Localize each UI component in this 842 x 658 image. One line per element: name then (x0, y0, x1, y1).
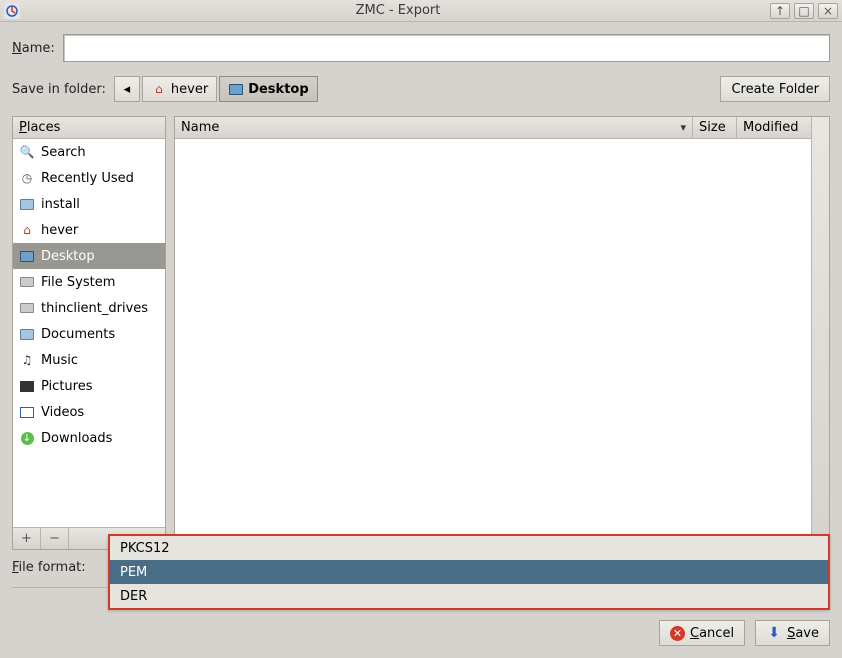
sidebar-item-thinclient[interactable]: thinclient_drives (13, 295, 165, 321)
path-bar: ◂ ⌂ hever Desktop (114, 76, 318, 102)
file-format-dropdown: PKCS12PEMDER (108, 534, 830, 610)
file-format-option-der[interactable]: DER (110, 584, 828, 608)
sidebar-item-install[interactable]: install (13, 191, 165, 217)
sidebar-item-music[interactable]: ♫ Music (13, 347, 165, 373)
save-button[interactable]: ⬇ Save (755, 620, 830, 646)
file-list-body[interactable] (175, 139, 829, 549)
sidebar-item-recent[interactable]: ◷ Recently Used (13, 165, 165, 191)
places-panel: Places 🔍 Search ◷ Recently Used install ⌂ heve… (12, 116, 166, 550)
path-segment-current[interactable]: Desktop (219, 76, 317, 102)
sidebar-item-home[interactable]: ⌂ hever (13, 217, 165, 243)
clock-icon: ◷ (19, 170, 35, 186)
cancel-icon: ✕ (670, 626, 685, 641)
sidebar-item-label: hever (41, 223, 78, 238)
drive-icon (19, 274, 35, 290)
create-folder-button[interactable]: Create Folder (720, 76, 830, 102)
sidebar-item-pictures[interactable]: Pictures (13, 373, 165, 399)
video-icon (19, 404, 35, 420)
sidebar-item-desktop[interactable]: Desktop (13, 243, 165, 269)
plus-icon: + (21, 531, 32, 546)
window-title: ZMC - Export (26, 3, 770, 18)
minus-icon: − (49, 531, 60, 546)
sidebar-item-filesystem[interactable]: File System (13, 269, 165, 295)
home-icon: ⌂ (151, 81, 167, 97)
sidebar-item-label: Music (41, 353, 78, 368)
name-label: Name: (12, 41, 55, 56)
sidebar-item-label: File System (41, 275, 115, 290)
app-icon (4, 3, 20, 19)
folder-icon (19, 326, 35, 342)
download-icon: ↓ (19, 430, 35, 446)
chevron-left-icon: ◂ (124, 82, 131, 97)
places-header[interactable]: Places (13, 117, 165, 139)
sidebar-item-label: Recently Used (41, 171, 134, 186)
path-segment-label: Desktop (248, 82, 308, 97)
path-segment-label: hever (171, 82, 208, 97)
column-size[interactable]: Size (693, 117, 737, 138)
titlebar: ZMC - Export ↑ □ × (0, 0, 842, 22)
sidebar-item-downloads[interactable]: ↓ Downloads (13, 425, 165, 451)
music-icon: ♫ (19, 352, 35, 368)
file-list-header: Name ▾ Size Modified (175, 117, 829, 139)
folder-icon (19, 196, 35, 212)
search-icon: 🔍 (19, 144, 35, 160)
file-format-option-pem[interactable]: PEM (110, 560, 828, 584)
scrollbar[interactable] (811, 117, 829, 549)
sidebar-item-label: install (41, 197, 80, 212)
column-modified[interactable]: Modified (737, 117, 811, 138)
save-icon: ⬇ (766, 625, 782, 641)
sidebar-item-label: Documents (41, 327, 115, 342)
drive-icon (19, 300, 35, 316)
sidebar-item-label: Desktop (41, 249, 95, 264)
save-in-folder-label: Save in folder: (12, 82, 106, 97)
places-list: 🔍 Search ◷ Recently Used install ⌂ hever Deskto… (13, 139, 165, 527)
sidebar-item-label: Videos (41, 405, 84, 420)
sidebar-item-label: thinclient_drives (41, 301, 148, 316)
sidebar-item-search[interactable]: 🔍 Search (13, 139, 165, 165)
path-segment-home[interactable]: ⌂ hever (142, 76, 217, 102)
sort-desc-icon: ▾ (680, 121, 686, 134)
places-remove-button[interactable]: − (41, 528, 69, 549)
column-name[interactable]: Name ▾ (175, 117, 693, 138)
name-input[interactable] (63, 34, 830, 62)
home-icon: ⌂ (19, 222, 35, 238)
file-format-label: File format: (12, 560, 86, 575)
sidebar-item-documents[interactable]: Documents (13, 321, 165, 347)
desktop-icon (228, 81, 244, 97)
cancel-button[interactable]: ✕ Cancel (659, 620, 745, 646)
sidebar-item-label: Pictures (41, 379, 92, 394)
sidebar-item-label: Downloads (41, 431, 112, 446)
sidebar-item-videos[interactable]: Videos (13, 399, 165, 425)
maximize-button[interactable]: □ (794, 3, 814, 19)
file-format-option-pkcs12[interactable]: PKCS12 (110, 536, 828, 560)
file-list-panel: Name ▾ Size Modified (174, 116, 830, 550)
sidebar-item-label: Search (41, 145, 86, 160)
path-back-button[interactable]: ◂ (114, 76, 140, 102)
picture-icon (19, 378, 35, 394)
minimize-button[interactable]: ↑ (770, 3, 790, 19)
desktop-icon (19, 248, 35, 264)
close-button[interactable]: × (818, 3, 838, 19)
places-add-button[interactable]: + (13, 528, 41, 549)
